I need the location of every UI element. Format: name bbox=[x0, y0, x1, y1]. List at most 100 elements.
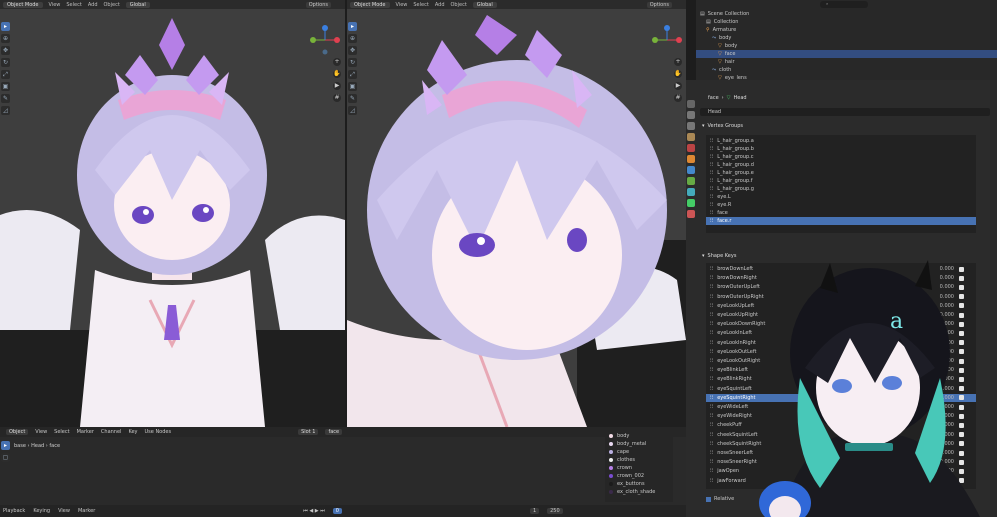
shape-key-checkbox[interactable] bbox=[959, 266, 964, 272]
shape-key-row[interactable]: ⁝⁝ jawForward 0.000 bbox=[706, 477, 976, 485]
shape-key-row[interactable]: ⁝⁝ browOuterUpLeft 0.000 bbox=[706, 283, 976, 291]
shader-editor[interactable]: Object View Select Marker Channel Key Us… bbox=[0, 427, 688, 505]
shape-key-checkbox[interactable] bbox=[959, 312, 964, 318]
list-item[interactable]: crown bbox=[605, 464, 673, 472]
list-item[interactable]: crown_002 bbox=[605, 472, 673, 480]
list-item[interactable]: body_metal bbox=[605, 440, 673, 448]
measure-tool-icon[interactable]: ◿ bbox=[348, 106, 357, 115]
shape-key-value[interactable]: 0.000 bbox=[940, 312, 954, 318]
vertex-groups-header[interactable]: ▾ Vertex Groups bbox=[702, 123, 743, 129]
shape-key-value[interactable]: 0.000 bbox=[940, 294, 954, 300]
pan-hand-icon[interactable]: ✋ bbox=[674, 70, 682, 78]
particles-tab-icon[interactable] bbox=[687, 177, 695, 185]
shape-key-row[interactable]: ⁝⁝ eyeLookUpLeft 0.000 bbox=[706, 302, 976, 310]
shape-key-checkbox[interactable] bbox=[959, 376, 964, 382]
shape-key-checkbox[interactable] bbox=[959, 404, 964, 410]
orientation-select[interactable]: Global bbox=[472, 1, 497, 8]
drag-handle-icon[interactable]: ⁝⁝ bbox=[710, 468, 713, 474]
shape-key-checkbox[interactable] bbox=[959, 284, 964, 290]
end-frame-field[interactable]: 250 bbox=[547, 508, 563, 514]
shape-key-row[interactable]: ⁝⁝ browDownLeft 0.000 bbox=[706, 265, 976, 273]
scene-tab-icon[interactable] bbox=[687, 133, 695, 141]
shape-key-row[interactable]: ⁝⁝ browDownRight 0.000 bbox=[706, 274, 976, 282]
render-tab-icon[interactable] bbox=[687, 111, 695, 119]
shape-key-checkbox[interactable] bbox=[959, 340, 964, 346]
modifier-tab-icon[interactable] bbox=[687, 166, 695, 174]
drag-handle-icon[interactable]: ⁝⁝ bbox=[710, 422, 713, 428]
shape-key-row[interactable]: ⁝⁝ eyeBlinkRight 0.000 bbox=[706, 375, 976, 383]
drag-handle-icon[interactable]: ⁝⁝ bbox=[710, 303, 713, 309]
output-tab-icon[interactable] bbox=[687, 122, 695, 130]
shape-key-row[interactable]: ⁝⁝ cheekSquintRight 0.000 bbox=[706, 440, 976, 448]
outliner-row[interactable]: ⤳ body bbox=[696, 34, 997, 42]
options-button[interactable]: Options bbox=[646, 1, 672, 8]
list-item[interactable]: clothes bbox=[605, 456, 673, 464]
list-item[interactable]: ⁝⁝ L_hair_group.g bbox=[706, 185, 976, 193]
list-item[interactable]: body bbox=[605, 432, 673, 440]
drag-handle-icon[interactable]: ⁝⁝ bbox=[710, 358, 713, 364]
annotate-tool-icon[interactable]: ✎ bbox=[348, 94, 357, 103]
camera-icon[interactable]: ▶ bbox=[674, 82, 682, 90]
list-item[interactable]: ex_buttons bbox=[605, 480, 673, 488]
play-controls[interactable]: ⏮ ◀ ▶ ⏭ bbox=[303, 508, 324, 514]
relative-checkbox[interactable]: Relative bbox=[706, 496, 734, 502]
pan-hand-icon[interactable]: ✋ bbox=[333, 70, 341, 78]
outliner-row[interactable]: ▽ face bbox=[696, 50, 997, 58]
shape-key-row[interactable]: ⁝⁝ jawOpen 0.000 bbox=[706, 467, 976, 475]
shape-key-value[interactable]: 0.000 bbox=[940, 432, 954, 438]
list-item[interactable]: ⁝⁝ eye.L bbox=[706, 193, 976, 201]
menu-marker[interactable]: Marker bbox=[78, 508, 95, 514]
drag-handle-icon[interactable]: ⁝⁝ bbox=[710, 386, 713, 392]
shape-key-row[interactable]: ⁝⁝ eyeLookUpRight 0.000 bbox=[706, 311, 976, 319]
list-item[interactable]: ⁝⁝ L_hair_group.f bbox=[706, 177, 976, 185]
menu-keying[interactable]: Keying bbox=[33, 508, 50, 514]
options-button[interactable]: Options bbox=[305, 1, 331, 8]
shape-key-row[interactable]: ⁝⁝ browOuterUpRight 0.000 bbox=[706, 293, 976, 301]
outliner-row[interactable]: ⤳ cloth bbox=[696, 66, 997, 74]
viewport-left[interactable]: Object Mode View Select Add Object Globa… bbox=[0, 0, 345, 427]
drag-handle-icon[interactable]: ⁝⁝ bbox=[710, 459, 713, 465]
menu-select[interactable]: Select bbox=[413, 2, 428, 8]
list-item[interactable]: ⁝⁝ face.r bbox=[706, 217, 976, 225]
shape-key-checkbox[interactable] bbox=[959, 478, 964, 484]
shape-key-checkbox[interactable] bbox=[959, 386, 964, 392]
shape-key-row[interactable]: ⁝⁝ noseSneerRight 0.000 bbox=[706, 458, 976, 466]
shape-key-row[interactable]: ⁝⁝ eyeWideRight 0.000 bbox=[706, 412, 976, 420]
shape-key-value[interactable]: 0.000 bbox=[940, 386, 954, 392]
shape-key-checkbox[interactable] bbox=[959, 395, 964, 401]
use-nodes-toggle[interactable]: Use Nodes bbox=[145, 429, 172, 435]
drag-handle-icon[interactable]: ⁝⁝ bbox=[710, 275, 713, 281]
physics-tab-icon[interactable] bbox=[687, 188, 695, 196]
shape-key-value[interactable]: 0.000 bbox=[940, 450, 954, 456]
list-item[interactable]: cape bbox=[605, 448, 673, 456]
shape-key-row[interactable]: ⁝⁝ eyeBlinkLeft 0.000 bbox=[706, 366, 976, 374]
shape-key-checkbox[interactable] bbox=[959, 450, 964, 456]
object-name-field[interactable]: Head bbox=[700, 108, 990, 116]
navigation-gizmo[interactable] bbox=[310, 25, 340, 55]
shape-key-row[interactable]: ⁝⁝ eyeLookInRight 0.000 bbox=[706, 339, 976, 347]
outliner-row[interactable]: ▤ Collection bbox=[696, 18, 997, 26]
move-tool-icon[interactable]: ✥ bbox=[1, 46, 10, 55]
menu-view[interactable]: View bbox=[35, 429, 47, 435]
grid-icon[interactable]: # bbox=[333, 94, 341, 102]
shape-keys-header[interactable]: ▾ Shape Keys bbox=[702, 253, 736, 259]
shape-key-checkbox[interactable] bbox=[959, 441, 964, 447]
shape-key-value[interactable]: 0.000 bbox=[940, 413, 954, 419]
current-frame-field[interactable]: 0 bbox=[332, 508, 342, 514]
shape-key-value[interactable]: 0.000 bbox=[940, 349, 954, 355]
menu-channel[interactable]: Channel bbox=[101, 429, 122, 435]
drag-handle-icon[interactable]: ⁝⁝ bbox=[710, 376, 713, 382]
mode-select[interactable]: Object Mode bbox=[3, 1, 43, 8]
material-tab-icon[interactable] bbox=[687, 210, 695, 218]
outliner[interactable]: ▤ Scene Collection ▤ Collection ⚲ Armature … bbox=[696, 0, 997, 81]
shape-key-row[interactable]: ⁝⁝ eyeLookDownRight 0.000 bbox=[706, 320, 976, 328]
cursor-tool-icon[interactable]: ⊕ bbox=[348, 34, 357, 43]
shape-key-checkbox[interactable] bbox=[959, 367, 964, 373]
select-tool-icon[interactable]: ▸ bbox=[1, 22, 10, 31]
scale-tool-icon[interactable]: ⤢ bbox=[1, 70, 10, 79]
menu-marker[interactable]: Marker bbox=[77, 429, 94, 435]
list-item[interactable]: ex_cloth_shade bbox=[605, 488, 673, 496]
shape-key-row[interactable]: ⁝⁝ eyeLookOutLeft 0.000 bbox=[706, 348, 976, 356]
drag-handle-icon[interactable]: ⁝⁝ bbox=[710, 432, 713, 438]
shape-key-value[interactable]: 0.000 bbox=[940, 303, 954, 309]
